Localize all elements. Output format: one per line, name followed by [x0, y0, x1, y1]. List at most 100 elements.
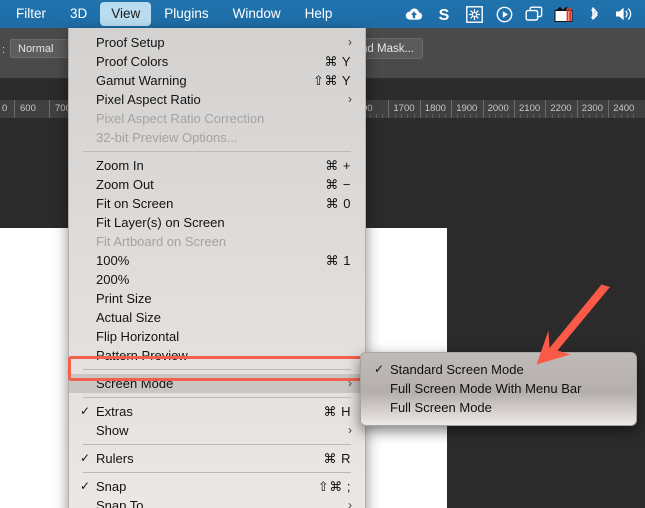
- options-bar-prefix: :: [2, 44, 6, 56]
- ruler-tick: [514, 100, 515, 118]
- volume-icon[interactable]: [609, 0, 639, 28]
- menu-item-show[interactable]: Show ›: [69, 421, 365, 440]
- ruler-tick: [545, 100, 547, 118]
- menu-item-screen-mode[interactable]: Screen Mode ›: [69, 374, 365, 393]
- menu-item-zoom-in[interactable]: Zoom In ⌘ +: [69, 156, 365, 175]
- macos-menu-bar: Filter 3D View Plugins Window Help S: [0, 0, 645, 28]
- menu-item-label: Snap: [96, 479, 127, 494]
- menu-item-shortcut: ⌘ H: [323, 404, 351, 419]
- menu-item-label: 32-bit Preview Options...: [96, 130, 238, 145]
- screen-recorder-icon[interactable]: [549, 0, 579, 28]
- menu-item-rulers[interactable]: ✓ Rulers ⌘ R: [69, 449, 365, 468]
- submenu-item-full-screen-mode-with-menu-bar[interactable]: Full Screen Mode With Menu Bar: [361, 379, 636, 398]
- menu-item-label: Rulers: [96, 451, 134, 466]
- chevron-right-icon: ›: [348, 92, 352, 106]
- menu-item-32-bit-preview-options: 32-bit Preview Options...: [69, 128, 365, 147]
- menu-item-label: Zoom In: [96, 158, 144, 173]
- checkmark-icon: ✓: [374, 362, 385, 376]
- menu-item-shortcut: ⌘ −: [325, 177, 351, 192]
- menu-separator: [83, 472, 351, 473]
- ruler-tick: [419, 100, 421, 118]
- snowflake-icon[interactable]: [459, 0, 489, 28]
- chevron-right-icon: ›: [348, 35, 352, 49]
- submenu-item-full-screen-mode[interactable]: Full Screen Mode: [361, 398, 636, 417]
- menu-item-extras[interactable]: ✓ Extras ⌘ H: [69, 402, 365, 421]
- menu-item-print-size[interactable]: Print Size: [69, 289, 365, 308]
- menu-item-fit-on-screen[interactable]: Fit on Screen ⌘ 0: [69, 194, 365, 213]
- menu-item-fit-layer-s-on-screen[interactable]: Fit Layer(s) on Screen: [69, 213, 365, 232]
- ruler-label: 2100: [519, 103, 541, 114]
- submenu-item-label: Standard Screen Mode: [390, 362, 524, 377]
- menu-item-shortcut: ⌘ +: [325, 158, 351, 173]
- menu-separator: [83, 151, 351, 152]
- chevron-right-icon: ›: [348, 423, 352, 437]
- menu-bar-item-3d[interactable]: 3D: [59, 2, 98, 26]
- ruler-tick: [608, 100, 610, 118]
- windows-stack-icon[interactable]: [519, 0, 549, 28]
- blend-mode-select[interactable]: Normal: [10, 39, 73, 58]
- menu-bar-items: Filter 3D View Plugins Window Help: [0, 2, 344, 26]
- menu-bar-item-view[interactable]: View: [100, 2, 152, 26]
- menu-item-200[interactable]: 200%: [69, 270, 365, 289]
- menu-item-label: Flip Horizontal: [96, 329, 180, 344]
- menu-item-label: 200%: [96, 272, 130, 287]
- ruler-tick: [576, 100, 578, 118]
- menu-item-proof-setup[interactable]: Proof Setup ›: [69, 33, 365, 52]
- ruler-label: 2200: [550, 103, 572, 114]
- submenu-item-label: Full Screen Mode: [390, 400, 492, 415]
- submenu-item-label: Full Screen Mode With Menu Bar: [390, 381, 582, 396]
- skype-icon[interactable]: S: [429, 0, 459, 28]
- view-dropdown-menu[interactable]: Proof Setup › Proof Colors ⌘ Y Gamut Warning…: [68, 28, 366, 508]
- menu-item-shortcut: ⇧⌘ ;: [317, 479, 351, 494]
- menu-item-shortcut: ⌘ 1: [325, 253, 351, 268]
- menu-item-proof-colors[interactable]: Proof Colors ⌘ Y: [69, 52, 365, 71]
- menu-item-pixel-aspect-ratio-correction: Pixel Aspect Ratio Correction: [69, 109, 365, 128]
- checkmark-icon: ✓: [80, 404, 91, 418]
- menu-item-label: Pattern Preview: [96, 348, 188, 363]
- menu-item-label: 100%: [96, 253, 130, 268]
- submenu-item-standard-screen-mode[interactable]: ✓ Standard Screen Mode: [361, 360, 636, 379]
- menu-bar-item-filter[interactable]: Filter: [5, 2, 57, 26]
- ruler-label: 2000: [487, 103, 509, 114]
- menu-item-label: Fit on Screen: [96, 196, 174, 211]
- ruler-tick: [388, 100, 390, 118]
- ruler-label: 2400: [613, 103, 635, 114]
- media-play-icon[interactable]: [489, 0, 519, 28]
- menu-item-label: Pixel Aspect Ratio Correction: [96, 111, 265, 126]
- menu-item-actual-size[interactable]: Actual Size: [69, 308, 365, 327]
- menu-item-zoom-out[interactable]: Zoom Out ⌘ −: [69, 175, 365, 194]
- ruler-tick: [451, 100, 453, 118]
- ruler-label: 1900: [456, 103, 478, 114]
- bluetooth-icon[interactable]: [579, 0, 609, 28]
- menu-item-shortcut: ⌘ 0: [325, 196, 351, 211]
- menu-item-label: Show: [96, 423, 129, 438]
- menu-item-label: Zoom Out: [96, 177, 154, 192]
- menu-item-100[interactable]: 100% ⌘ 1: [69, 251, 365, 270]
- svg-text:S: S: [439, 7, 450, 23]
- checkmark-icon: ✓: [80, 451, 91, 465]
- menu-item-label: Print Size: [96, 291, 152, 306]
- menu-item-label: Actual Size: [96, 310, 162, 325]
- menu-item-gamut-warning[interactable]: Gamut Warning ⇧⌘ Y: [69, 71, 365, 90]
- cloud-upload-icon[interactable]: [399, 0, 429, 28]
- menu-item-flip-horizontal[interactable]: Flip Horizontal: [69, 327, 365, 346]
- menu-item-pixel-aspect-ratio[interactable]: Pixel Aspect Ratio ›: [69, 90, 365, 109]
- menu-bar-item-window[interactable]: Window: [222, 2, 292, 26]
- menu-bar-item-help[interactable]: Help: [294, 2, 344, 26]
- menu-bar-status-icons: S: [399, 0, 639, 28]
- menu-item-label: Gamut Warning: [96, 73, 187, 88]
- ruler-tick: [482, 100, 484, 118]
- menu-item-snap-to[interactable]: Snap To ›: [69, 496, 365, 508]
- menu-item-label: Extras: [96, 404, 133, 419]
- ruler-label: 1800: [424, 103, 446, 114]
- screen-mode-submenu[interactable]: ✓ Standard Screen Mode Full Screen Mode Wi…: [360, 352, 637, 426]
- menu-item-pattern-preview[interactable]: Pattern Preview: [69, 346, 365, 365]
- menu-item-label: Proof Setup: [96, 35, 165, 50]
- ruler-label: 1700: [393, 103, 415, 114]
- photoshop-screenshot: Filter 3D View Plugins Window Help S : Normal…: [0, 0, 645, 508]
- menu-item-snap[interactable]: ✓ Snap ⇧⌘ ;: [69, 477, 365, 496]
- menu-item-label: Fit Artboard on Screen: [96, 234, 227, 249]
- menu-bar-item-plugins[interactable]: Plugins: [153, 2, 219, 26]
- select-and-mask-button[interactable]: nd Mask...: [358, 38, 424, 59]
- menu-item-label: Snap To: [96, 498, 144, 508]
